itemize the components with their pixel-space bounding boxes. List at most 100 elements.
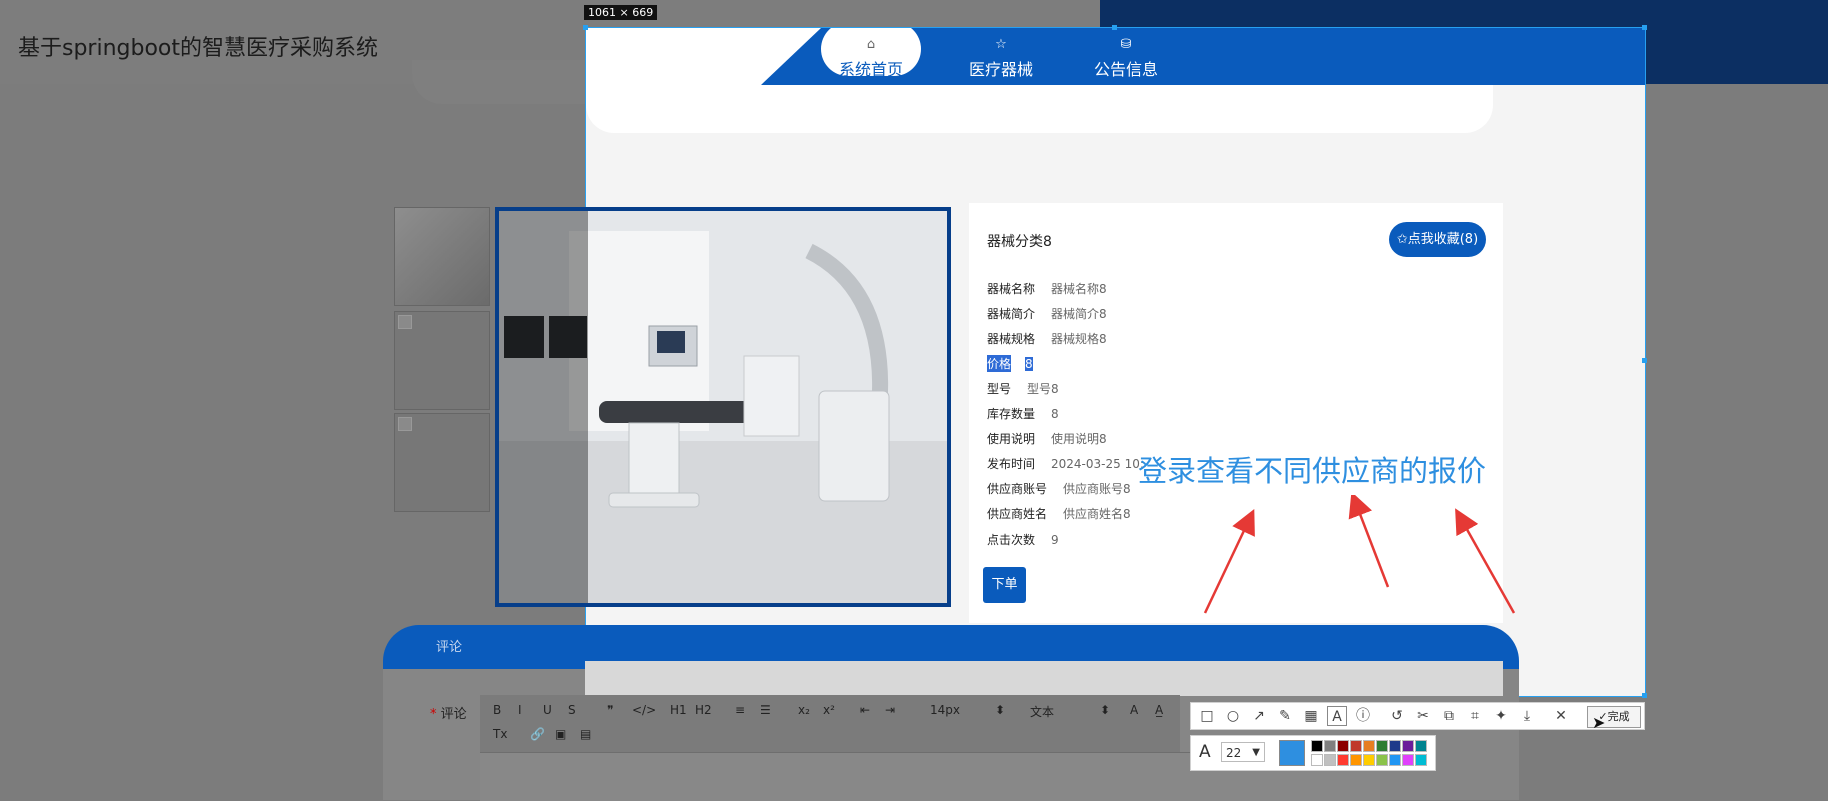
mouse-cursor-icon: ➤	[1592, 713, 1606, 732]
field-row: 使用说明 使用说明8	[987, 430, 1107, 447]
header-select[interactable]: 文本	[1030, 703, 1054, 720]
font-size-select[interactable]: 14px	[930, 703, 960, 717]
color-swatch[interactable]	[1311, 740, 1323, 752]
color-swatch[interactable]	[1350, 754, 1362, 766]
color-swatch[interactable]	[1402, 740, 1414, 752]
current-color-swatch[interactable]	[1279, 740, 1305, 766]
field-value: 供应商账号8	[1063, 482, 1131, 496]
field-value: 8	[1025, 357, 1033, 371]
color-swatch[interactable]	[1337, 754, 1349, 766]
arrow-shape	[1203, 508, 1255, 614]
field-row: 器械简介 器械简介8	[987, 305, 1107, 322]
image-button[interactable]: ▣	[555, 727, 566, 741]
field-row-price: 价格 8	[987, 355, 1033, 372]
pin-icon[interactable]: ✦	[1491, 706, 1511, 726]
color-swatch[interactable]	[1324, 740, 1336, 752]
selection-handle[interactable]	[1112, 25, 1117, 30]
number-icon[interactable]: ⓘ	[1353, 706, 1373, 726]
comment-label-text: 评论	[440, 707, 467, 722]
order-button[interactable]: 下单	[983, 567, 1026, 603]
selection-handle[interactable]	[1642, 693, 1647, 698]
color-swatch[interactable]	[1415, 754, 1427, 766]
ocr-icon[interactable]: ⌗	[1465, 706, 1485, 726]
chevron-down-icon: ⬍	[995, 703, 1006, 717]
bullet-list-button[interactable]: ☰	[760, 703, 771, 717]
nav-item-notices[interactable]: ⛁ 公告信息	[1071, 38, 1181, 80]
field-key: 点击次数	[987, 533, 1036, 547]
crop-icon[interactable]: ✂	[1413, 706, 1433, 726]
color-swatch[interactable]	[1363, 740, 1375, 752]
color-swatch[interactable]	[1376, 754, 1388, 766]
comment-field-label: * 评论	[430, 703, 467, 722]
color-swatch[interactable]	[1363, 754, 1375, 766]
quote-button[interactable]: ❞	[607, 703, 613, 717]
circle-icon[interactable]: ○	[1223, 706, 1243, 726]
field-value: 使用说明8	[1051, 432, 1107, 446]
comment-tab[interactable]: 评论	[436, 636, 462, 655]
outdent-button[interactable]: ⇤	[860, 703, 870, 717]
color-swatch[interactable]	[1311, 754, 1323, 766]
strike-button[interactable]: S	[568, 703, 576, 717]
field-key: 供应商姓名	[987, 507, 1048, 521]
close-icon[interactable]: ✕	[1551, 706, 1571, 726]
field-row: 供应商账号 供应商账号8	[987, 480, 1131, 497]
arrow-icon[interactable]: ↗	[1249, 706, 1269, 726]
color-swatch[interactable]	[1389, 754, 1401, 766]
nav-bar-bottom	[586, 85, 1493, 133]
superscript-button[interactable]: x²	[823, 703, 835, 717]
video-button[interactable]: ▤	[580, 727, 591, 741]
selection-handle[interactable]	[583, 25, 588, 30]
nav-item-home[interactable]: ⌂ 系统首页	[821, 28, 921, 79]
background-color-button[interactable]: A̲	[1155, 703, 1163, 717]
text-style-panel: A 22 ▼	[1190, 735, 1436, 771]
text-icon[interactable]: A	[1327, 706, 1347, 726]
color-swatch[interactable]	[1337, 740, 1349, 752]
rect-icon[interactable]: □	[1197, 706, 1217, 726]
translate-icon[interactable]: ⧉	[1439, 706, 1459, 726]
annotation-arrows[interactable]	[1190, 495, 1530, 625]
favorite-button[interactable]: ✩点我收藏(8)	[1389, 222, 1486, 257]
field-row: 型号 型号8	[987, 380, 1059, 397]
color-swatch[interactable]	[1415, 740, 1427, 752]
field-key: 库存数量	[987, 407, 1036, 421]
thumbnail-image[interactable]	[394, 207, 490, 306]
site-title: 基于springboot的智慧医疗采购系统	[18, 36, 379, 61]
field-value: 9	[1051, 533, 1059, 547]
clear-format-button[interactable]: Tx	[493, 727, 507, 741]
bold-button[interactable]: B	[493, 703, 501, 717]
selection-handle[interactable]	[1642, 25, 1647, 30]
editor-toolbar-row-2: Tx 🔗 ▣ ▤	[490, 727, 610, 745]
font-color-button[interactable]: A	[1130, 703, 1138, 717]
h1-button[interactable]: H1	[670, 703, 687, 717]
field-row: 器械规格 器械规格8	[987, 330, 1107, 347]
pen-icon[interactable]: ✎	[1275, 706, 1295, 726]
mosaic-icon[interactable]: ▦	[1301, 706, 1321, 726]
italic-button[interactable]: I	[518, 703, 522, 717]
undo-icon[interactable]: ↺	[1387, 706, 1407, 726]
nav-label-devices: 医疗器械	[968, 60, 1033, 79]
color-swatch[interactable]	[1324, 754, 1336, 766]
indent-button[interactable]: ⇥	[885, 703, 895, 717]
nav-item-devices[interactable]: ☆ 医疗器械	[946, 38, 1056, 80]
dim-overlay	[499, 211, 588, 603]
subscript-button[interactable]: x₂	[798, 703, 810, 717]
code-button[interactable]: </>	[632, 703, 656, 717]
font-size-select[interactable]: 22 ▼	[1221, 742, 1265, 762]
thumbnail-image[interactable]	[394, 413, 490, 512]
thumbnail-image[interactable]	[394, 311, 490, 410]
font-size-value: 22	[1226, 746, 1242, 760]
color-swatch[interactable]	[1402, 754, 1414, 766]
h2-button[interactable]: H2	[695, 703, 712, 717]
selection-handle[interactable]	[1642, 358, 1647, 363]
ordered-list-button[interactable]: ≡	[735, 703, 745, 717]
field-key: 型号	[987, 382, 1012, 396]
underline-button[interactable]: U	[543, 703, 552, 717]
link-button[interactable]: 🔗	[530, 727, 545, 741]
download-icon[interactable]: ⤓	[1517, 706, 1537, 726]
product-image	[495, 207, 951, 607]
color-swatch[interactable]	[1376, 740, 1388, 752]
color-swatch[interactable]	[1350, 740, 1362, 752]
field-key: 器械名称	[987, 282, 1036, 296]
annotation-text[interactable]: 登录查看不同供应商的报价	[1138, 448, 1486, 490]
color-swatch[interactable]	[1389, 740, 1401, 752]
